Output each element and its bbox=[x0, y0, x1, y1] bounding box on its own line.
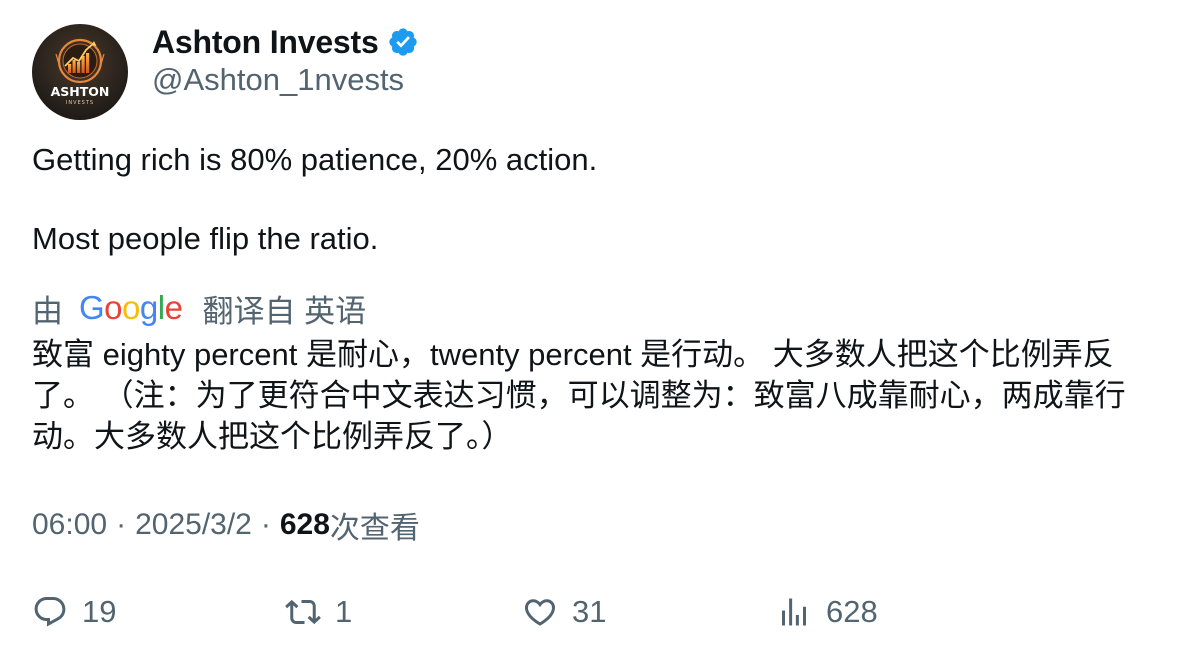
retweet-icon bbox=[285, 599, 321, 625]
avatar-brand-text: ASHTON bbox=[51, 84, 110, 99]
google-logo: Google bbox=[79, 289, 183, 326]
retweet-count: 1 bbox=[335, 594, 353, 629]
translation-attribution[interactable]: 由 Google 翻译自 英语 bbox=[32, 286, 366, 330]
avatar[interactable]: ASHTON INVESTS bbox=[32, 24, 128, 120]
like-count: 31 bbox=[572, 594, 607, 629]
views-action-count: 628 bbox=[826, 594, 878, 629]
tweet-meta: 06:00 · 2025/3/2 · 628 次查看 bbox=[32, 503, 420, 547]
reply-icon bbox=[34, 597, 66, 627]
author-name-row: Ashton Invests bbox=[152, 22, 419, 62]
views-count: 628 bbox=[279, 508, 330, 541]
heart-icon bbox=[524, 599, 556, 626]
meta-separator: · bbox=[116, 508, 127, 541]
views-label: 次查看 bbox=[329, 512, 420, 545]
author-handle[interactable]: @Ashton_1nvests bbox=[152, 62, 404, 98]
tweet-time[interactable]: 06:00 bbox=[32, 508, 107, 542]
avatar-brand-subtext: INVESTS bbox=[66, 100, 94, 106]
translated-text: 致富 eighty percent 是耐心，twenty percent 是行动… bbox=[32, 337, 1126, 454]
like-button[interactable]: 31 bbox=[522, 590, 606, 634]
analytics-icon bbox=[782, 598, 806, 626]
tweet-body: Getting rich is 80% patience, 20% action… bbox=[32, 140, 1162, 259]
reply-count: 19 bbox=[82, 594, 117, 629]
meta-separator: · bbox=[260, 508, 271, 541]
tweet-date[interactable]: 2025/3/2 bbox=[135, 508, 252, 542]
author-display-name[interactable]: Ashton Invests bbox=[152, 24, 379, 61]
action-bar: 19 1 31 628 bbox=[32, 590, 1162, 634]
retweet-button[interactable]: 1 bbox=[285, 590, 352, 634]
views-button[interactable]: 628 bbox=[776, 590, 878, 634]
translation-prefix: 由 bbox=[32, 293, 63, 329]
reply-button[interactable]: 19 bbox=[32, 590, 116, 634]
tweet-paragraph: Most people flip the ratio. bbox=[32, 221, 379, 256]
tweet-card: ASHTON INVESTS Ashton Invests @Ashton_1n… bbox=[0, 0, 1196, 658]
verified-badge-icon[interactable] bbox=[387, 26, 419, 58]
avatar-logo-icon: ASHTON INVESTS bbox=[32, 24, 128, 120]
tweet-paragraph: Getting rich is 80% patience, 20% action… bbox=[32, 142, 598, 177]
translation-source-label: 翻译自 英语 bbox=[202, 293, 367, 329]
